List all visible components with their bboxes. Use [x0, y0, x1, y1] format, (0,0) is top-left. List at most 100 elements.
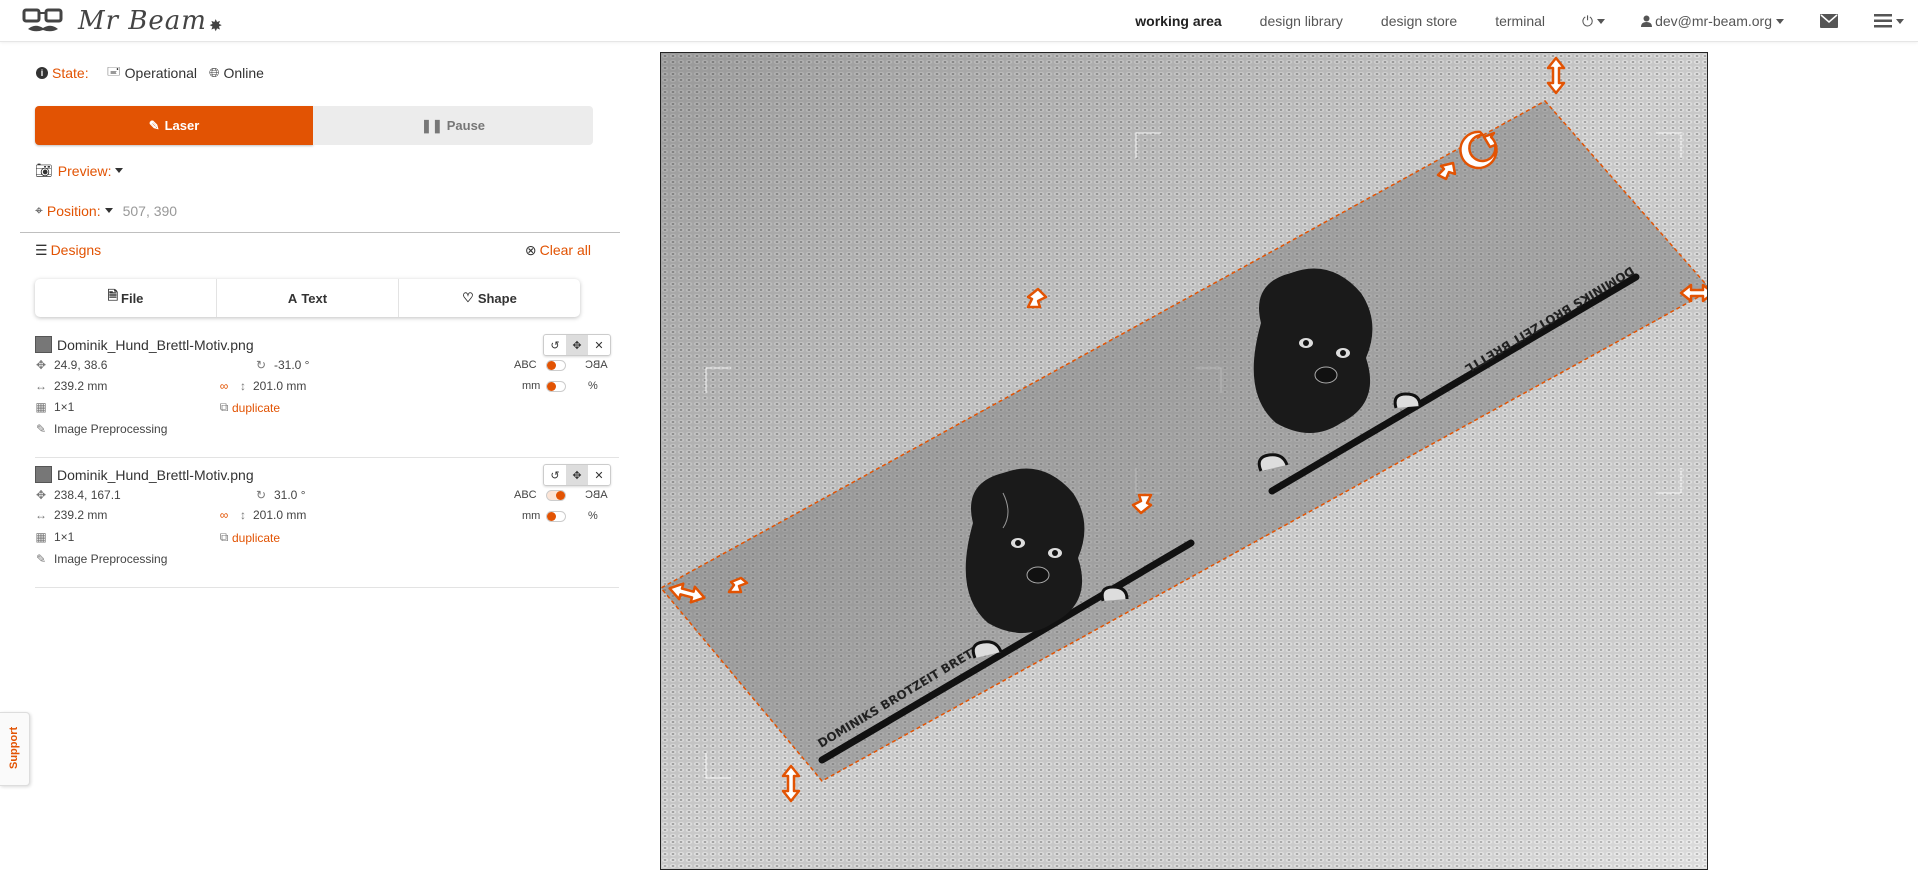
position-text: 238.4, 167.1	[54, 488, 121, 502]
design-position[interactable]: ✥ 24.9, 38.6	[35, 358, 107, 372]
user-email: dev@mr-beam.org	[1655, 13, 1772, 29]
rotate-icon: ↻	[255, 488, 267, 502]
position-row[interactable]: ⌖ Position: 507, 390	[35, 202, 177, 219]
add-text-label: Text	[301, 290, 328, 306]
design-height[interactable]: ∞ ↕ 201.0 mm	[218, 379, 307, 393]
support-tab[interactable]: Support	[0, 712, 30, 786]
image-preprocessing-link[interactable]: ✎ Image Preprocessing	[35, 552, 167, 566]
design-position[interactable]: ✥ 238.4, 167.1	[35, 488, 121, 502]
add-shape-label: Shape	[477, 290, 517, 306]
link-icon[interactable]: ∞	[218, 508, 230, 522]
user-icon	[1641, 15, 1653, 27]
clear-all-button[interactable]: ⊗ Clear all	[525, 242, 591, 259]
percent-label: %	[588, 510, 598, 522]
position-text: 24.9, 38.6	[54, 358, 108, 372]
logo[interactable]: Mr Beam ✸	[22, 4, 222, 38]
pause-icon: ❚❚	[420, 117, 443, 133]
design-width[interactable]: ↔ 239.2 mm	[35, 379, 107, 393]
preprocess-text: Image Preprocessing	[54, 422, 168, 436]
move-tool-button[interactable]: ✥	[566, 465, 588, 485]
designs-title[interactable]: ☰ Designs	[35, 242, 101, 259]
design-title: Dominik_Hund_Brettl-Motiv.png	[35, 466, 254, 483]
unit-toggle[interactable]	[546, 511, 566, 522]
mirror-toggle[interactable]	[546, 360, 566, 371]
nav-design-store[interactable]: design store	[1381, 13, 1457, 29]
design-width[interactable]: ↔ 239.2 mm	[35, 508, 107, 522]
glasses-icon	[22, 8, 63, 32]
clear-all-label: Clear all	[539, 242, 591, 258]
design-grid[interactable]: ▦ 1×1	[35, 530, 74, 544]
pencil-icon: ✎	[35, 422, 47, 436]
toggle-knob	[547, 382, 556, 391]
hamburger-icon	[1874, 14, 1892, 28]
chevron-down-icon	[104, 208, 113, 213]
toggle-switch[interactable]	[546, 511, 566, 522]
power-menu[interactable]: ⏻	[1582, 13, 1606, 30]
laser-button[interactable]: ✎ Laser	[35, 106, 313, 145]
user-menu[interactable]: dev@mr-beam.org	[1641, 13, 1784, 29]
working-area-canvas[interactable]: DOMINIKS BROTZEIT BRETTL DOMINIKS BROTZE…	[661, 53, 1708, 870]
grid-text: 1×1	[54, 530, 75, 544]
toggle-switch[interactable]	[546, 490, 566, 501]
rotate-icon: ↻	[255, 358, 267, 372]
mirror-label: ABC	[514, 489, 537, 501]
rotate-tool-button[interactable]: ↺	[544, 335, 566, 355]
toggle-knob	[556, 491, 565, 500]
laser-icon: ✎	[148, 117, 160, 133]
main-menu-button[interactable]	[1874, 14, 1904, 28]
design-rotation[interactable]: ↻ -31.0 °	[255, 358, 310, 372]
design-name: Dominik_Hund_Brettl-Motiv.png	[57, 336, 254, 353]
preview-label: Preview:	[57, 162, 112, 179]
duplicate-button[interactable]: ⧉ duplicate	[218, 400, 280, 415]
add-design-group: 🗎 File A Text ♡ Shape	[35, 279, 580, 317]
remove-design-button[interactable]: ✕	[588, 335, 610, 355]
mirror-toggle[interactable]	[546, 490, 566, 501]
toggle-switch[interactable]	[546, 360, 566, 371]
camera-icon: 📷︎	[35, 162, 53, 178]
heart-icon: ♡	[462, 290, 474, 305]
percent-label: %	[588, 380, 598, 392]
add-text-button[interactable]: A Text	[217, 279, 399, 317]
pause-button[interactable]: ❚❚ Pause	[313, 106, 593, 145]
nav-design-library[interactable]: design library	[1260, 13, 1343, 29]
preview-dropdown[interactable]: 📷︎ Preview:	[35, 162, 124, 179]
add-file-label: File	[121, 290, 144, 306]
remove-design-button[interactable]: ✕	[588, 465, 610, 485]
unit-toggle[interactable]	[546, 381, 566, 392]
design-item[interactable]: Dominik_Hund_Brettl-Motiv.png ↺ ✥ ✕ ✥ 238…	[35, 458, 619, 588]
design-item[interactable]: Dominik_Hund_Brettl-Motiv.png ↺ ✥ ✕ ✥ 24.…	[35, 328, 619, 458]
link-icon[interactable]: ∞	[218, 379, 230, 393]
nav-working-area[interactable]: working area	[1135, 13, 1221, 29]
image-preprocessing-link[interactable]: ✎ Image Preprocessing	[35, 422, 167, 436]
chevron-down-icon	[1776, 18, 1784, 24]
toggle-switch[interactable]	[546, 381, 566, 392]
support-label: Support	[8, 726, 20, 769]
chevron-down-icon	[1597, 18, 1606, 24]
list-icon: ☰	[35, 242, 48, 258]
globe-icon: 🌐︎	[209, 64, 220, 80]
move-tool-button[interactable]: ✥	[566, 335, 588, 355]
mail-button[interactable]	[1820, 14, 1838, 28]
design-grid[interactable]: ▦ 1×1	[35, 400, 74, 414]
width-text: 239.2 mm	[54, 508, 108, 522]
width-icon: ↔	[35, 508, 47, 522]
copy-icon: ⧉	[219, 530, 229, 544]
logo-text: Mr Beam	[78, 6, 207, 36]
height-icon: ↕	[240, 508, 246, 522]
mirror-label-flipped: ABC	[585, 359, 608, 371]
add-shape-button[interactable]: ♡ Shape	[399, 279, 580, 317]
rotate-tool-button[interactable]: ↺	[544, 465, 566, 485]
duplicate-button[interactable]: ⧉ duplicate	[218, 530, 280, 545]
nav-links: working area design library design store…	[1116, 0, 1918, 42]
design-height[interactable]: ∞ ↕ 201.0 mm	[218, 508, 307, 522]
top-navbar: Mr Beam ✸ working area design library de…	[0, 0, 1918, 42]
state-online: Online	[223, 64, 264, 81]
width-icon: ↔	[35, 379, 47, 393]
design-rotation[interactable]: ↻ 31.0 °	[255, 488, 306, 502]
working-area[interactable]: DOMINIKS BROTZEIT BRETTL DOMINIKS BROTZE…	[660, 52, 1708, 870]
add-file-button[interactable]: 🗎 File	[35, 279, 217, 317]
nav-terminal[interactable]: terminal	[1495, 13, 1545, 29]
toggle-knob	[547, 361, 556, 370]
grid-icon: ▦	[35, 530, 47, 544]
laser-label: Laser	[164, 118, 200, 133]
